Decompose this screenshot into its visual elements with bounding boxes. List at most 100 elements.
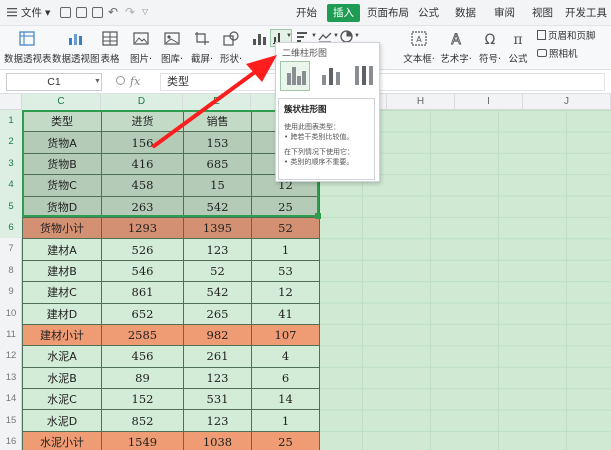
pivot-chart-button[interactable]: 数据透视图 <box>52 28 100 68</box>
camera-button[interactable]: 照相机 <box>537 48 578 62</box>
chevron-down-icon[interactable]: ▼ <box>333 33 339 39</box>
table-cell[interactable]: 1 <box>251 238 320 261</box>
table-cell[interactable]: 货物D <box>22 195 102 218</box>
tab-page-layout[interactable]: 页面布局 <box>367 6 409 20</box>
row-header-15[interactable]: 15 <box>0 410 22 431</box>
table-cell[interactable]: 建材C <box>22 281 102 304</box>
tab-developer[interactable]: 开发工具 <box>565 6 607 20</box>
table-cell[interactable]: 2585 <box>101 323 184 347</box>
textbox-button[interactable]: A 文本框· <box>402 28 436 68</box>
redo-icon[interactable]: ↷ <box>125 5 135 19</box>
table-cell[interactable]: 153 <box>183 131 252 154</box>
row-header-1[interactable]: 1 <box>0 110 22 132</box>
column-header-c[interactable]: C <box>22 94 101 110</box>
table-cell[interactable]: 52 <box>251 216 320 240</box>
table-cell[interactable]: 123 <box>183 366 252 390</box>
row-header-16[interactable]: 16 <box>0 431 22 450</box>
row-header-4[interactable]: 4 <box>0 174 22 196</box>
undo-icon[interactable]: ↶ <box>108 5 118 19</box>
row-header-12[interactable]: 12 <box>0 345 22 366</box>
chevron-down-icon[interactable]: ▼ <box>354 33 360 39</box>
table-cell[interactable]: 销售 <box>183 109 252 133</box>
stacked-column-option[interactable] <box>313 61 343 91</box>
customize-icon[interactable]: ▽ <box>142 7 148 16</box>
table-cell[interactable]: 416 <box>101 152 184 176</box>
save-icon[interactable] <box>60 7 71 18</box>
symbol-button[interactable]: Ω 符号· <box>476 28 504 68</box>
table-cell[interactable]: 89 <box>101 366 184 390</box>
table-cell[interactable]: 542 <box>183 195 252 218</box>
table-cell[interactable]: 1395 <box>183 216 252 240</box>
column-header-i[interactable]: I <box>455 94 523 110</box>
table-cell[interactable]: 货物A <box>22 131 102 154</box>
table-cell[interactable]: 14 <box>251 388 320 411</box>
table-cell[interactable]: 4 <box>251 345 320 368</box>
column-chart-icon[interactable] <box>252 31 268 46</box>
table-cell[interactable]: 货物B <box>22 152 102 176</box>
table-cell[interactable]: 水泥A <box>22 345 102 368</box>
clustered-column-option[interactable] <box>280 61 310 91</box>
table-cell[interactable]: 531 <box>183 388 252 411</box>
table-cell[interactable]: 建材A <box>22 238 102 261</box>
table-cell[interactable]: 107 <box>251 323 320 347</box>
tab-formulas[interactable]: 公式 <box>418 6 439 20</box>
row-header-6[interactable]: 6 <box>0 217 22 239</box>
table-cell[interactable]: 852 <box>101 409 184 432</box>
chevron-down-icon[interactable]: ▼ <box>94 78 101 85</box>
menu-icon[interactable] <box>7 6 17 18</box>
tab-home[interactable]: 开始 <box>296 6 317 20</box>
table-cell[interactable]: 水泥小计 <box>22 430 102 450</box>
table-cell[interactable]: 水泥D <box>22 409 102 432</box>
row-header-13[interactable]: 13 <box>0 367 22 388</box>
table-cell[interactable]: 982 <box>183 323 252 347</box>
chevron-down-icon[interactable]: ▼ <box>45 6 50 20</box>
table-cell[interactable]: 建材B <box>22 259 102 283</box>
table-cell[interactable]: 类型 <box>22 109 102 133</box>
column-header-j[interactable]: J <box>523 94 611 110</box>
table-cell[interactable]: 1 <box>251 409 320 432</box>
zoom-icon[interactable] <box>116 76 125 85</box>
shape-button[interactable]: 形状· <box>216 28 246 68</box>
column-header-d[interactable]: D <box>101 94 183 110</box>
gallery-button[interactable]: 图库· <box>157 28 187 68</box>
table-cell[interactable]: 货物C <box>22 174 102 197</box>
table-cell[interactable]: 水泥B <box>22 366 102 390</box>
table-cell[interactable]: 456 <box>101 345 184 368</box>
row-header-9[interactable]: 9 <box>0 281 22 302</box>
table-cell[interactable]: 861 <box>101 281 184 304</box>
screenshot-button[interactable]: 截屏· <box>187 28 217 68</box>
file-menu[interactable]: 文件 <box>21 6 42 20</box>
table-cell[interactable]: 526 <box>101 238 184 261</box>
fill-handle[interactable] <box>315 213 321 219</box>
tab-review[interactable]: 审阅 <box>494 6 515 20</box>
table-cell[interactable]: 156 <box>101 131 184 154</box>
formula-button[interactable]: π 公式 <box>505 28 531 68</box>
table-cell[interactable]: 建材D <box>22 302 102 325</box>
table-cell[interactable]: 546 <box>101 259 184 283</box>
tab-data[interactable]: 数据 <box>455 6 476 20</box>
wordart-button[interactable]: A 艺术字· <box>439 28 473 68</box>
table-cell[interactable]: 25 <box>251 195 320 218</box>
table-cell[interactable]: 152 <box>101 388 184 411</box>
name-box[interactable]: C1 <box>6 73 102 91</box>
chevron-down-icon[interactable]: ▼ <box>286 33 292 39</box>
row-header-8[interactable]: 8 <box>0 260 22 281</box>
table-cell[interactable]: 41 <box>251 302 320 325</box>
column-header-h[interactable]: H <box>387 94 455 110</box>
table-cell[interactable]: 261 <box>183 345 252 368</box>
picture-button[interactable]: 图片· <box>126 28 156 68</box>
table-cell[interactable]: 水泥C <box>22 388 102 411</box>
row-header-2[interactable]: 2 <box>0 131 22 153</box>
chevron-down-icon[interactable]: ▼ <box>311 33 317 39</box>
percent-stacked-column-option[interactable] <box>346 61 376 91</box>
table-cell[interactable]: 12 <box>251 281 320 304</box>
table-cell[interactable]: 265 <box>183 302 252 325</box>
table-cell[interactable]: 542 <box>183 281 252 304</box>
select-all-corner[interactable] <box>0 94 22 110</box>
print-preview-icon[interactable] <box>92 7 103 18</box>
row-header-7[interactable]: 7 <box>0 238 22 259</box>
table-cell[interactable]: 652 <box>101 302 184 325</box>
table-cell[interactable]: 263 <box>101 195 184 218</box>
table-cell[interactable]: 6 <box>251 366 320 390</box>
table-cell[interactable]: 53 <box>251 259 320 283</box>
